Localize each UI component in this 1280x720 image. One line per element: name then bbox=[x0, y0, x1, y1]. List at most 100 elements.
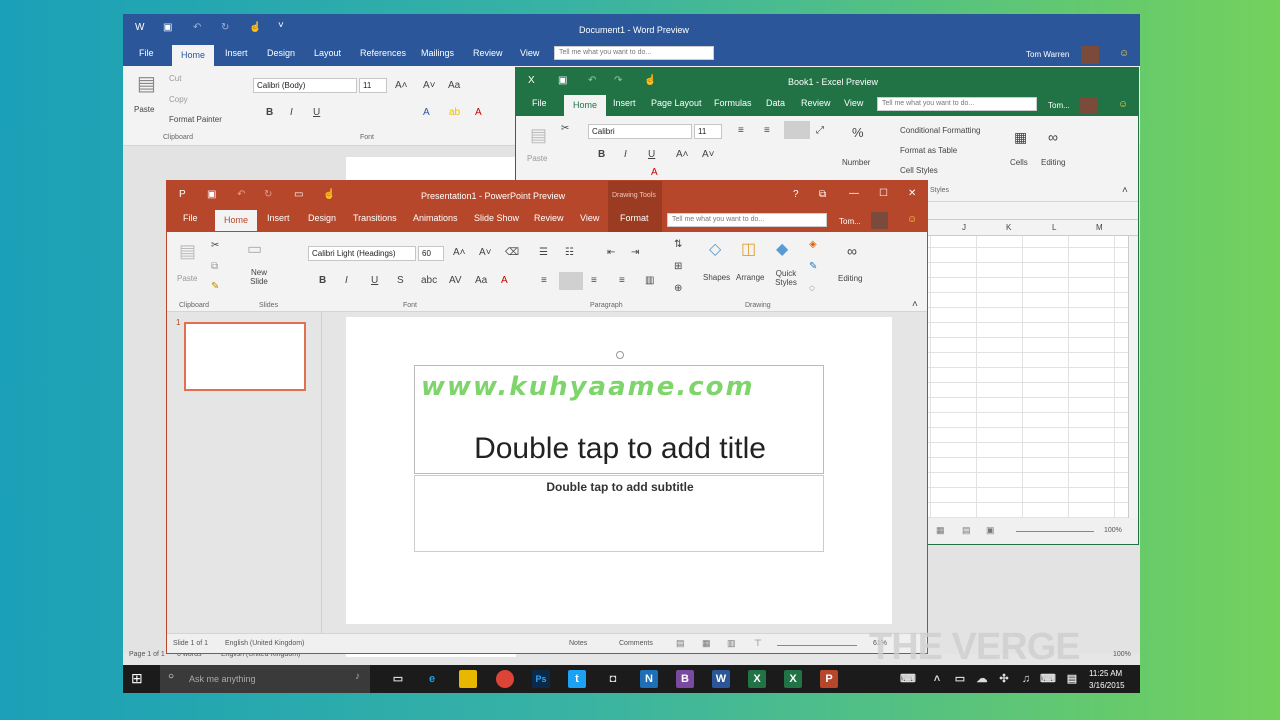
ribbon-display-icon[interactable]: ⧉ bbox=[819, 190, 826, 200]
paste-label[interactable]: Paste bbox=[177, 274, 197, 283]
tab-home[interactable]: Home bbox=[564, 95, 607, 116]
increase-indent-icon[interactable]: ⇥ bbox=[631, 248, 639, 258]
character-spacing-icon[interactable]: AV bbox=[449, 276, 462, 286]
justify-icon[interactable]: ≡ bbox=[619, 276, 625, 286]
help-icon[interactable]: ? bbox=[793, 190, 799, 200]
shrink-font-icon[interactable]: A˅ bbox=[479, 248, 492, 258]
photoshop-icon[interactable]: Ps bbox=[532, 670, 550, 688]
tell-me-input[interactable]: Tell me what you want to do... bbox=[667, 213, 827, 227]
smartart-icon[interactable]: ⊕ bbox=[674, 284, 682, 294]
onenote-icon[interactable]: B bbox=[676, 670, 694, 688]
font-name-select[interactable]: Calibri Light (Headings) bbox=[308, 246, 416, 261]
smiley-feedback-icon[interactable]: ☺ bbox=[1118, 100, 1128, 110]
collapse-ribbon-icon[interactable]: ˄ bbox=[912, 300, 918, 310]
comments-button[interactable]: Comments bbox=[619, 640, 653, 647]
cut-icon[interactable]: ✂ bbox=[211, 241, 219, 251]
paste-label[interactable]: Paste bbox=[134, 105, 154, 114]
redo-icon[interactable]: ↻ bbox=[221, 23, 229, 33]
wrap-text-button[interactable] bbox=[784, 121, 810, 139]
page-layout-view-icon[interactable]: ▤ bbox=[962, 526, 971, 535]
slide-subtitle[interactable]: Double tap to add subtitle bbox=[415, 480, 825, 494]
tab-view[interactable]: View bbox=[844, 98, 863, 108]
align-center-icon[interactable]: ≡ bbox=[764, 126, 770, 136]
word-zoom-level[interactable]: 100% bbox=[1113, 651, 1131, 658]
tab-format[interactable]: Format bbox=[620, 213, 649, 223]
align-center-button[interactable] bbox=[559, 272, 583, 290]
undo-icon[interactable]: ↶ bbox=[237, 190, 245, 200]
network-icon[interactable]: ✣ bbox=[995, 670, 1013, 688]
number-label[interactable]: Number bbox=[842, 158, 870, 167]
smiley-feedback-icon[interactable]: ☺ bbox=[907, 215, 917, 225]
decrease-indent-icon[interactable]: ⇤ bbox=[607, 248, 615, 258]
excel-zoom-level[interactable]: 100% bbox=[1104, 527, 1122, 534]
tab-references[interactable]: References bbox=[360, 48, 406, 58]
bullets-icon[interactable]: ☰ bbox=[539, 248, 548, 258]
tell-me-input[interactable]: Tell me what you want to do... bbox=[554, 46, 714, 60]
cut-icon[interactable]: ✂ bbox=[561, 124, 569, 134]
smiley-feedback-icon[interactable]: ☺ bbox=[1119, 49, 1129, 59]
show-hidden-icons[interactable]: ˄ bbox=[928, 670, 946, 688]
shape-fill-icon[interactable]: ◈ bbox=[809, 240, 817, 250]
volume-icon[interactable]: ♫ bbox=[1017, 670, 1035, 688]
cell-styles-button[interactable]: Cell Styles bbox=[900, 166, 938, 175]
news-icon[interactable]: N bbox=[640, 670, 658, 688]
zoom-slider[interactable] bbox=[777, 645, 857, 646]
page-break-view-icon[interactable]: ▣ bbox=[986, 526, 995, 535]
quick-styles-button[interactable]: Quick Styles bbox=[772, 269, 800, 287]
strikethrough-icon[interactable]: S bbox=[397, 276, 404, 286]
customize-qat-icon[interactable]: ˅ bbox=[278, 21, 284, 31]
touch-mode-icon[interactable]: ☝ bbox=[644, 76, 656, 86]
tab-review[interactable]: Review bbox=[534, 213, 564, 223]
italic-icon[interactable]: I bbox=[345, 276, 348, 286]
notes-button[interactable]: Notes bbox=[569, 640, 587, 647]
clear-formatting-icon[interactable]: ⌫ bbox=[505, 248, 519, 258]
format-painter-icon[interactable]: ✎ bbox=[211, 282, 219, 292]
file-explorer-icon[interactable] bbox=[459, 670, 477, 688]
slide-sorter-icon[interactable]: ▦ bbox=[702, 639, 711, 648]
cut-button[interactable]: Cut bbox=[169, 74, 181, 83]
tab-insert[interactable]: Insert bbox=[267, 213, 290, 223]
shrink-font-icon[interactable]: A˅ bbox=[702, 150, 715, 160]
align-left-icon[interactable]: ≡ bbox=[541, 276, 547, 286]
tab-slide-show[interactable]: Slide Show bbox=[474, 213, 519, 223]
save-icon[interactable]: ▣ bbox=[163, 23, 172, 33]
cells-icon[interactable]: ▦ bbox=[1014, 130, 1027, 144]
touch-mode-icon[interactable]: ☝ bbox=[249, 23, 261, 33]
undo-icon[interactable]: ↶ bbox=[588, 76, 596, 86]
action-center-icon[interactable]: ▤ bbox=[1063, 670, 1081, 688]
slide-thumbnail[interactable] bbox=[184, 322, 306, 391]
avatar[interactable] bbox=[1080, 97, 1098, 114]
column-header[interactable]: J bbox=[962, 223, 966, 232]
save-icon[interactable]: ▣ bbox=[207, 190, 216, 200]
save-icon[interactable]: ▣ bbox=[558, 76, 567, 86]
shape-outline-icon[interactable]: ✎ bbox=[809, 262, 817, 272]
shape-effects-icon[interactable]: ◌ bbox=[809, 284, 815, 294]
column-header[interactable]: K bbox=[1006, 223, 1011, 232]
change-case-icon[interactable]: Aa bbox=[475, 276, 487, 286]
close-icon[interactable]: ✕ bbox=[908, 189, 916, 199]
user-name[interactable]: Tom Warren bbox=[1026, 50, 1069, 59]
user-name[interactable]: Tom... bbox=[1048, 101, 1070, 110]
highlight-icon[interactable]: ab bbox=[449, 108, 460, 118]
arrange-button[interactable]: Arrange bbox=[736, 273, 764, 282]
cells-label[interactable]: Cells bbox=[1010, 158, 1028, 167]
word-taskbar-icon[interactable]: W bbox=[712, 670, 730, 688]
collapse-ribbon-icon[interactable]: ˄ bbox=[1122, 186, 1128, 196]
rotate-handle[interactable] bbox=[616, 351, 624, 359]
redo-icon[interactable]: ↻ bbox=[264, 190, 272, 200]
binoculars-icon[interactable]: ∞ bbox=[1048, 130, 1058, 144]
tab-design[interactable]: Design bbox=[267, 48, 295, 58]
grow-font-icon[interactable]: A˄ bbox=[676, 150, 689, 160]
twitter-icon[interactable]: t bbox=[568, 670, 586, 688]
shapes-button[interactable]: Shapes bbox=[703, 273, 730, 282]
normal-view-icon[interactable]: ▦ bbox=[936, 526, 945, 535]
format-painter-button[interactable]: Format Painter bbox=[169, 115, 222, 124]
title-placeholder[interactable]: www.kuhyaame.com Double tap to add title bbox=[414, 365, 824, 474]
bold-icon[interactable]: B bbox=[266, 108, 273, 118]
tab-home[interactable]: Home bbox=[215, 210, 258, 231]
tab-layout[interactable]: Layout bbox=[314, 48, 341, 58]
slideshow-view-icon[interactable]: ⊤ bbox=[754, 639, 762, 648]
paste-icon[interactable]: ▤ bbox=[137, 74, 156, 94]
italic-icon[interactable]: I bbox=[290, 108, 293, 118]
arrange-icon[interactable]: ◫ bbox=[741, 242, 756, 258]
